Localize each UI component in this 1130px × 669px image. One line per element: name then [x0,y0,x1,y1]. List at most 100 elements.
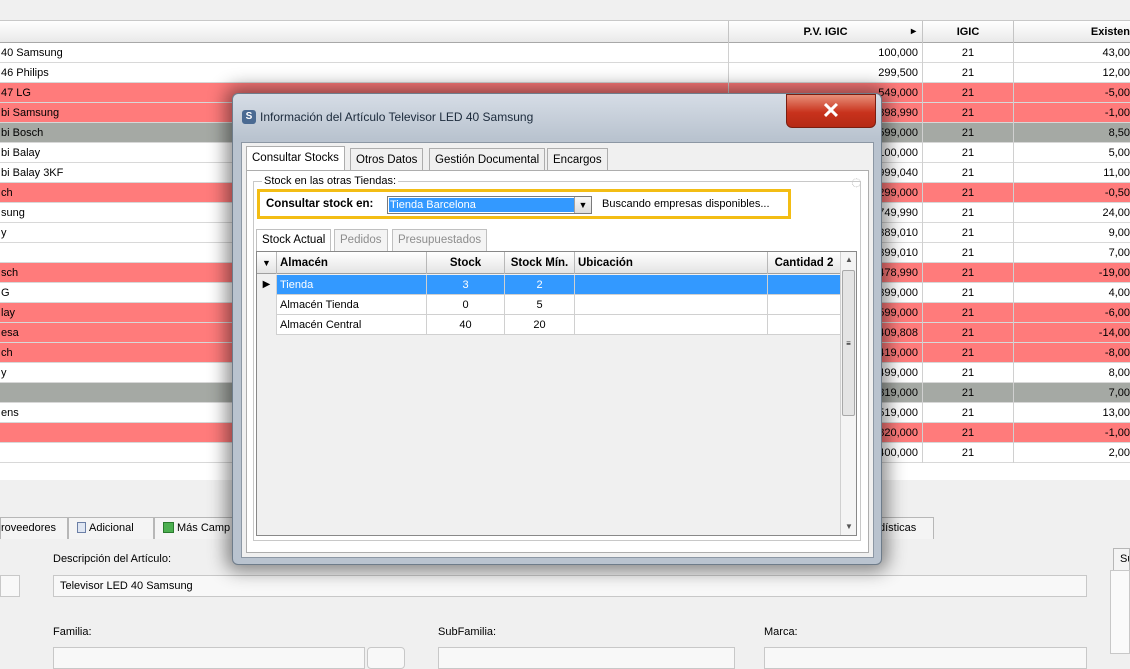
cell-ex: 5,00 [1013,143,1130,163]
tab-gestion-documental[interactable]: Gestión Documental [429,148,546,171]
cell-igic: 21 [922,383,1013,403]
cell-cantidad2 [768,295,840,315]
cell-ex: -8,00 [1013,343,1130,363]
cell-ex: 12,00 [1013,63,1130,83]
row-pointer-icon[interactable]: ▶ [257,275,277,295]
consultar-stock-label: Consultar stock en: [266,198,374,210]
fields-icon [163,522,174,533]
tab-otros-datos[interactable]: Otros Datos [350,148,424,171]
column-header-existencias[interactable]: Existen [1013,21,1130,43]
subfamilia-select[interactable] [438,647,735,669]
column-header-igic[interactable]: IGIC [922,21,1013,43]
descripcion-field[interactable]: Televisor LED 40 Samsung [53,575,1087,597]
dialog-content: Consultar Stocks Otros Datos Gestión Doc… [241,142,874,558]
store-select-value: Tienda Barcelona [389,198,575,212]
cell-name: 46 Philips [1,67,49,79]
cell-igic: 21 [922,83,1013,103]
cell-igic: 21 [922,403,1013,423]
tab-mas-campos[interactable]: Más Camp [154,517,234,539]
cell-ubicacion [575,295,768,315]
cell-igic: 21 [922,63,1013,83]
cell-ex: -19,00 [1013,263,1130,283]
article-grid-header: P.V. IGIC ▸ IGIC Existen [0,21,1130,43]
cell-almacen: Almacén Central [277,315,427,335]
cell-name: 40 Samsung [1,47,63,59]
top-strip [0,0,1130,21]
dialog-titlebar[interactable]: S Información del Artículo Televisor LED… [233,94,881,139]
cell-ex: -5,00 [1013,83,1130,103]
document-icon [77,522,86,533]
cell-igic: 21 [922,183,1013,203]
tab-su[interactable]: Su [1113,548,1130,570]
column-header-pv-igic[interactable]: P.V. IGIC ▸ [728,21,922,43]
tab-stock-actual[interactable]: Stock Actual [256,229,332,251]
cell-stock-min: 20 [505,315,575,335]
stock-grid-header: ▼ Almacén Stock Stock Mín. Ubicación Can… [257,252,840,274]
subfamilia-label: SubFamilia: [438,626,497,638]
store-select[interactable]: Tienda Barcelona ▼ [387,196,592,214]
cell-ex: 8,50 [1013,123,1130,143]
chevron-down-icon[interactable]: ▼ [574,197,591,213]
column-menu-icon[interactable]: ▼ [257,252,277,274]
cell-ex: 9,00 [1013,223,1130,243]
column-header-stock[interactable]: Stock [427,252,505,274]
searching-status: Buscando empresas disponibles... [602,198,770,210]
stock-grid: ▼ Almacén Stock Stock Mín. Ubicación Can… [256,251,857,536]
cell-igic: 21 [922,363,1013,383]
table-row[interactable]: Almacén Central 40 20 [257,315,840,335]
side-panel [1110,570,1130,654]
cell-igic: 21 [922,143,1013,163]
group-legend: Stock en las otras Tiendas: [262,175,399,187]
column-header-cantidad2[interactable]: Cantidad 2 [768,252,840,274]
table-row[interactable]: 46 Philips 299,500 21 12,00 [0,63,1130,83]
tab-mas-campos-label: Más Camp [177,522,231,534]
cell-ex: -14,00 [1013,323,1130,343]
cell-almacen: Tienda [277,275,427,295]
column-header-stock-min[interactable]: Stock Mín. [505,252,575,274]
cell-igic: 21 [922,203,1013,223]
cell-ex: 11,00 [1013,163,1130,183]
table-row[interactable]: ▶ Tienda 3 2 [257,275,840,295]
tab-presupuestados[interactable]: Presupuestados [392,229,488,251]
tab-proveedores[interactable]: roveedores [0,517,68,539]
cell-ubicacion [575,275,768,295]
familia-search-button[interactable] [367,647,405,669]
cell-igic: 21 [922,243,1013,263]
column-header-almacen[interactable]: Almacén [277,252,427,274]
marca-select[interactable] [764,647,1087,669]
app-icon: S [242,110,256,124]
stock-other-stores-group: Stock en las otras Tiendas: Consultar st… [253,175,861,541]
cell-ex: -0,50 [1013,183,1130,203]
close-button[interactable]: ✕ [786,94,876,128]
tab-consultar-stocks[interactable]: Consultar Stocks [246,146,345,171]
cell-igic: 21 [922,163,1013,183]
row-indicator[interactable] [257,315,277,335]
cell-stock: 3 [427,275,505,295]
table-row[interactable]: 40 Samsung 100,000 21 43,00 [0,43,1130,63]
cell-almacen: Almacén Tienda [277,295,427,315]
cell-ex: -1,00 [1013,103,1130,123]
article-info-dialog: S Información del Artículo Televisor LED… [232,93,882,565]
scroll-down-icon[interactable]: ▼ [841,519,857,535]
cell-ex: 13,00 [1013,403,1130,423]
familia-select[interactable] [53,647,365,669]
cell-ex: 7,00 [1013,243,1130,263]
row-indicator[interactable] [257,295,277,315]
scroll-up-icon[interactable]: ▲ [841,252,857,268]
cell-igic: 21 [922,43,1013,63]
cell-igic: 21 [922,103,1013,123]
column-header-ubicacion[interactable]: Ubicación [575,252,768,274]
cell-ex: 43,00 [1013,43,1130,63]
dialog-title: Información del Artículo Televisor LED 4… [260,110,534,124]
cell-ex: -6,00 [1013,303,1130,323]
table-row[interactable]: Almacén Tienda 0 5 [257,295,840,315]
tab-pedidos[interactable]: Pedidos [334,229,388,251]
cell-stock-min: 2 [505,275,575,295]
tab-adicional[interactable]: Adicional [68,517,154,539]
scrollbar-thumb[interactable]: ≡ [842,270,855,416]
stock-grid-scrollbar[interactable]: ▲ ≡ ▼ [840,252,856,535]
cell-igic: 21 [922,123,1013,143]
cell-cantidad2 [768,275,840,295]
tab-encargos[interactable]: Encargos [547,148,608,171]
code-field[interactable] [0,575,20,597]
